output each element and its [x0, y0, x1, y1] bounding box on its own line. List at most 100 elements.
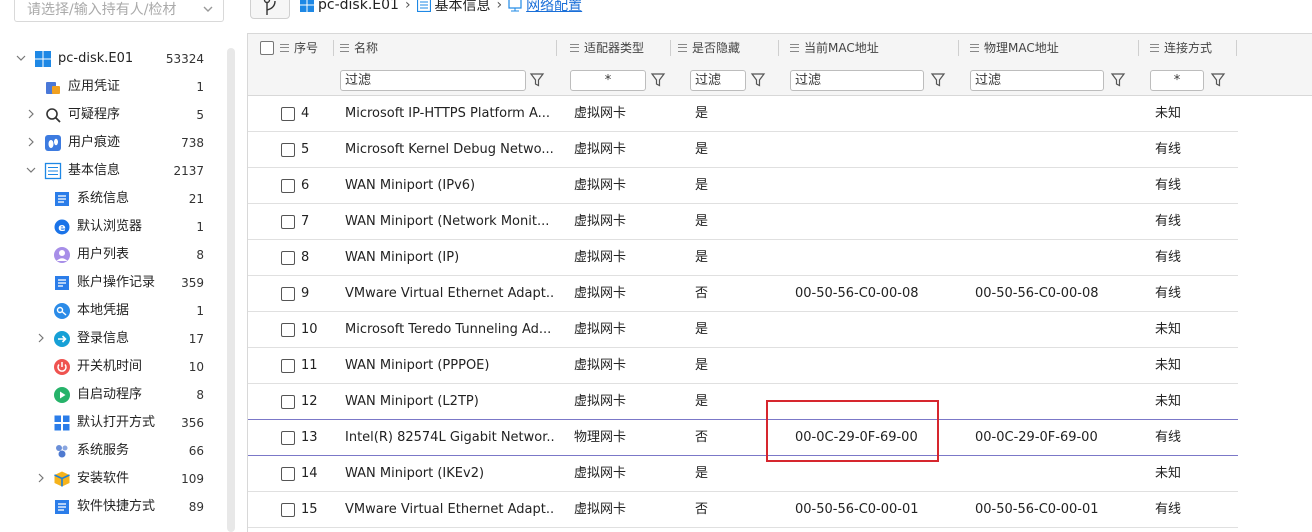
owner-select[interactable]: 请选择/输入持有人/检材: [14, 0, 224, 22]
row-checkbox[interactable]: [281, 251, 295, 265]
cell-hidden: 是: [695, 142, 709, 157]
chevron-right-icon[interactable]: [26, 137, 36, 147]
cell-hidden: 是: [695, 106, 709, 121]
cell-seq: 14: [301, 466, 318, 481]
row-checkbox[interactable]: [281, 107, 295, 121]
column-resizer[interactable]: [1236, 40, 1237, 56]
chevron-right-icon[interactable]: [36, 333, 46, 343]
drag-handle-icon[interactable]: [570, 43, 579, 52]
tree-item-label: 应用凭证: [68, 79, 121, 94]
filter-input-current-mac[interactable]: 过滤: [790, 70, 924, 91]
row-checkbox[interactable]: [281, 467, 295, 481]
tree-item[interactable]: pc-disk.E01 53324: [0, 45, 220, 73]
drag-handle-icon[interactable]: [1150, 43, 1159, 52]
row-checkbox[interactable]: [281, 395, 295, 409]
tree-item[interactable]: 安装软件 109: [0, 465, 220, 493]
tree-item[interactable]: 可疑程序 5: [0, 101, 220, 129]
tree-item[interactable]: e 默认浏览器 1: [0, 213, 220, 241]
row-checkbox[interactable]: [281, 215, 295, 229]
filter-input-connection[interactable]: *: [1150, 70, 1204, 91]
drag-handle-icon[interactable]: [340, 43, 349, 52]
column-header-name[interactable]: 名称: [340, 34, 378, 62]
select-all-checkbox[interactable]: [260, 41, 274, 55]
tree-item[interactable]: 登录信息 17: [0, 325, 220, 353]
tree-item[interactable]: 用户列表 8: [0, 241, 220, 269]
filter-icon[interactable]: [1110, 72, 1126, 88]
chevron-right-icon[interactable]: [36, 473, 46, 483]
table-row[interactable]: 14 WAN Miniport (IKEv2) 虚拟网卡是未知: [248, 456, 1238, 492]
cell-physical-mac: [975, 240, 1135, 276]
column-resizer[interactable]: [1138, 40, 1139, 56]
row-checkbox[interactable]: [281, 503, 295, 517]
tree-item[interactable]: 账户操作记录 359: [0, 269, 220, 297]
tree-item[interactable]: 默认打开方式 356: [0, 409, 220, 437]
table-row[interactable]: 11 WAN Miniport (PPPOE) 虚拟网卡 是 未知: [248, 348, 1238, 384]
column-header-hidden[interactable]: 是否隐藏: [678, 34, 740, 62]
column-header-physical-mac[interactable]: 物理MAC地址: [970, 34, 1059, 62]
column-resizer[interactable]: [556, 40, 557, 56]
filter-icon[interactable]: [750, 72, 766, 88]
cell-hidden: 是: [695, 250, 709, 265]
filter-icon[interactable]: [529, 72, 545, 88]
tree-item[interactable]: 系统信息 21: [0, 185, 220, 213]
tree-item[interactable]: 应用凭证 1: [0, 73, 220, 101]
drag-handle-icon[interactable]: [970, 43, 979, 52]
table-row[interactable]: 5 Microsoft Kernel Debug Netwo... 虚拟网卡 是 有线: [248, 132, 1238, 168]
tree-item[interactable]: 系统服务 66: [0, 437, 220, 465]
cell-current-mac: [795, 204, 955, 240]
table-row[interactable]: 15 VMware Virtual Ethernet Adapt... 虚拟网卡 否 0…: [248, 492, 1238, 528]
filter-input-physical-mac[interactable]: 过滤: [970, 70, 1104, 91]
table-row[interactable]: 8 WAN Miniport (IP) 虚拟网卡 是 有线: [248, 240, 1238, 276]
drag-handle-icon[interactable]: [678, 43, 687, 52]
column-header-seq[interactable]: 序号: [280, 34, 318, 62]
tree-item[interactable]: 用户痕迹 738: [0, 129, 220, 157]
tree-item[interactable]: 自启动程序 8: [0, 381, 220, 409]
package-icon: [54, 471, 70, 487]
table-row[interactable]: 4 Microsoft IP-HTTPS Platform A... 虚拟网卡 是 未知: [248, 96, 1238, 132]
table-row[interactable]: 7 WAN Miniport (Network Monit... 虚拟网卡 是 有线: [248, 204, 1238, 240]
row-checkbox[interactable]: [281, 323, 295, 337]
tree-item-count: 8: [196, 388, 204, 402]
system-info-icon: [55, 192, 69, 206]
breadcrumb-item-basic-info[interactable]: 基本信息: [435, 0, 491, 15]
tree-scrollbar[interactable]: [227, 48, 235, 532]
drag-handle-icon[interactable]: [280, 43, 289, 52]
branch-button[interactable]: [250, 0, 290, 19]
tree-item[interactable]: 基本信息 2137: [0, 157, 220, 185]
filter-input-hidden[interactable]: 过滤: [690, 70, 746, 91]
drag-handle-icon[interactable]: [790, 43, 799, 52]
tree-item-count: 356: [181, 416, 204, 430]
tree-item-count: 1: [196, 304, 204, 318]
tree-item[interactable]: 软件快捷方式 89: [0, 493, 220, 521]
breadcrumb-item-disk[interactable]: pc-disk.E01: [318, 0, 399, 13]
row-checkbox[interactable]: [281, 287, 295, 301]
filter-input-name[interactable]: 过滤: [340, 70, 526, 91]
row-checkbox[interactable]: [281, 179, 295, 193]
chevron-down-icon[interactable]: [16, 53, 26, 63]
filter-icon[interactable]: [1210, 72, 1226, 88]
column-resizer[interactable]: [778, 40, 779, 56]
filter-input-adapter-type[interactable]: *: [570, 70, 646, 91]
table-row[interactable]: 10 Microsoft Teredo Tunneling Ad... 虚拟网卡 是 未…: [248, 312, 1238, 348]
table-row[interactable]: 9 VMware Virtual Ethernet Adapt... 虚拟网卡 否 00…: [248, 276, 1238, 312]
column-resizer[interactable]: [333, 40, 334, 56]
row-checkbox[interactable]: [281, 359, 295, 373]
column-resizer[interactable]: [958, 40, 959, 56]
column-header-adapter-type[interactable]: 适配器类型: [570, 34, 644, 62]
column-resizer[interactable]: [670, 40, 671, 56]
cell-physical-mac: [975, 456, 1135, 492]
row-checkbox[interactable]: [281, 431, 295, 445]
row-checkbox[interactable]: [281, 143, 295, 157]
column-header-current-mac[interactable]: 当前MAC地址: [790, 34, 879, 62]
filter-icon[interactable]: [650, 72, 666, 88]
table-row[interactable]: 13 Intel(R) 82574L Gigabit Networ... 物理网卡否…: [248, 420, 1238, 456]
chevron-down-icon[interactable]: [26, 165, 36, 175]
table-row[interactable]: 6 WAN Miniport (IPv6) 虚拟网卡 是 有线: [248, 168, 1238, 204]
table-row[interactable]: 12 WAN Miniport (L2TP) 虚拟网卡是未知: [248, 384, 1238, 420]
breadcrumb-item-network-config[interactable]: 网络配置: [526, 0, 582, 15]
chevron-right-icon[interactable]: [26, 109, 36, 119]
tree-item[interactable]: 开关机时间 10: [0, 353, 220, 381]
tree-item[interactable]: 本地凭据 1: [0, 297, 220, 325]
column-header-connection[interactable]: 连接方式: [1150, 34, 1212, 62]
filter-icon[interactable]: [930, 72, 946, 88]
